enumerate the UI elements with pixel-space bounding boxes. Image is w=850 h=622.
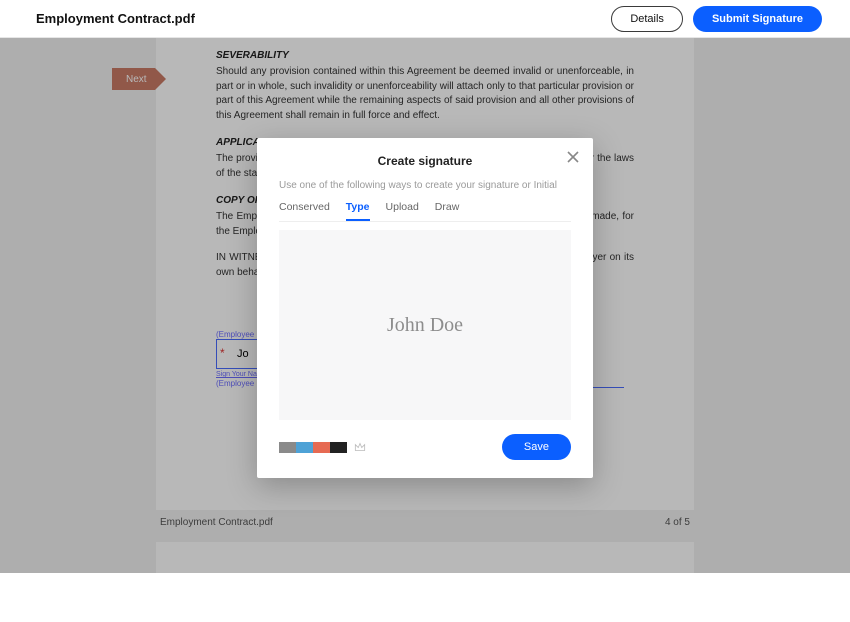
premium-icon[interactable] — [353, 440, 367, 454]
tab-upload[interactable]: Upload — [386, 201, 419, 221]
create-signature-modal: Create signature Use one of the followin… — [257, 138, 593, 478]
tab-draw[interactable]: Draw — [435, 201, 460, 221]
save-button[interactable]: Save — [502, 434, 571, 460]
tab-conserved[interactable]: Conserved — [279, 201, 330, 221]
modal-title: Create signature — [279, 154, 571, 168]
signature-preview-text: John Doe — [387, 314, 463, 337]
color-swatch-red[interactable] — [313, 442, 330, 453]
close-icon[interactable] — [567, 150, 579, 168]
signature-method-tabs: Conserved Type Upload Draw — [279, 201, 571, 222]
modal-footer: Save — [279, 434, 571, 460]
color-swatch-black[interactable] — [330, 442, 347, 453]
document-title: Employment Contract.pdf — [36, 11, 601, 26]
color-swatch-gray[interactable] — [279, 442, 296, 453]
workspace: SEVERABILITY Should any provision contai… — [0, 38, 850, 573]
signature-preview-canvas[interactable]: John Doe — [279, 230, 571, 420]
details-button[interactable]: Details — [611, 6, 683, 32]
tab-type[interactable]: Type — [346, 201, 370, 221]
color-swatch-blue[interactable] — [296, 442, 313, 453]
modal-subtitle: Use one of the following ways to create … — [279, 180, 571, 191]
app-header: Employment Contract.pdf Details Submit S… — [0, 0, 850, 38]
color-swatches — [279, 442, 347, 453]
submit-signature-button[interactable]: Submit Signature — [693, 6, 822, 32]
